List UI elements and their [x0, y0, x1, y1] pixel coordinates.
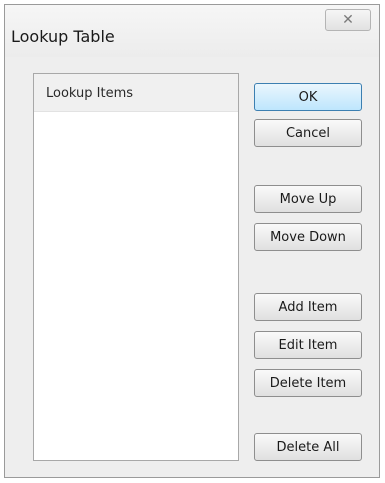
title-bar: Lookup Table ✕	[5, 5, 379, 57]
move-down-button[interactable]: Move Down	[254, 223, 362, 251]
close-button[interactable]: ✕	[325, 9, 371, 31]
add-item-button[interactable]: Add Item	[254, 293, 362, 321]
edit-item-button[interactable]: Edit Item	[254, 331, 362, 359]
close-icon: ✕	[342, 12, 354, 28]
delete-all-button[interactable]: Delete All	[254, 433, 362, 461]
list-header: Lookup Items	[34, 74, 238, 112]
lookup-table-dialog: Lookup Table ✕ Lookup Items OK Cancel Mo…	[4, 4, 380, 478]
delete-item-button[interactable]: Delete Item	[254, 369, 362, 397]
move-up-button[interactable]: Move Up	[254, 185, 362, 213]
cancel-button[interactable]: Cancel	[254, 119, 362, 147]
window-title: Lookup Table	[11, 27, 115, 46]
lookup-items-list[interactable]: Lookup Items	[33, 73, 239, 461]
list-header-label: Lookup Items	[46, 86, 134, 101]
ok-button[interactable]: OK	[254, 83, 362, 111]
